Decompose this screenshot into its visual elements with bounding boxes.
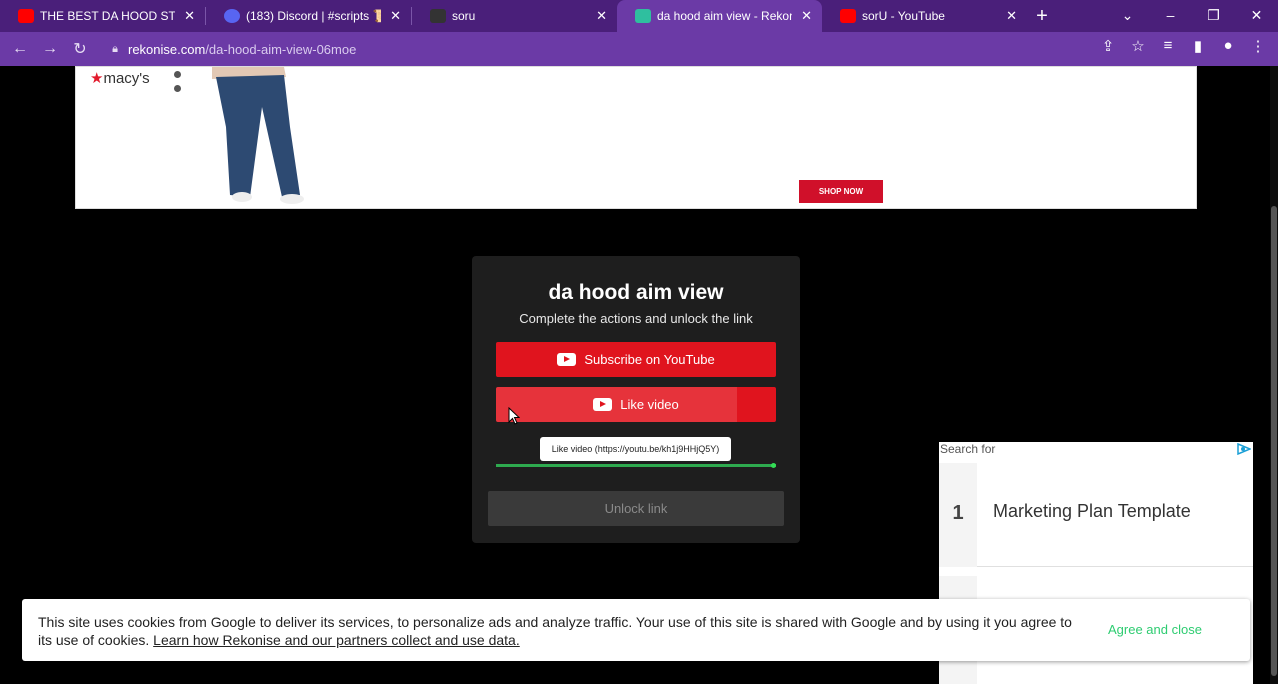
scrollbar-thumb[interactable] [1271, 206, 1277, 676]
unlock-card: da hood aim view Complete the actions an… [472, 256, 800, 543]
youtube-icon [18, 9, 34, 23]
adchoices-icon[interactable] [1237, 443, 1251, 455]
tab-title: da hood aim view - Rekonise [657, 9, 792, 23]
tab-3[interactable]: soru ✕ [412, 0, 617, 32]
tab-title: (183) Discord | #scripts 📜 | sc [246, 9, 381, 23]
youtube-icon [840, 9, 856, 23]
forward-icon[interactable]: → [35, 40, 65, 58]
chevron-down-icon[interactable]: ⌄ [1106, 0, 1149, 32]
youtube-icon [593, 398, 613, 411]
item-number: 1 [939, 463, 977, 567]
search-ad-item[interactable]: 1 Marketing Plan Template [939, 463, 1253, 567]
tab-5[interactable]: sorU - YouTube ✕ [822, 0, 1027, 32]
window-controls: ⌄ – ❐ ✕ [1106, 0, 1278, 32]
tab-bar: THE BEST DA HOOD STREAM ✕ (183) Discord … [0, 0, 1278, 32]
toolbar-icons: ⇪ ☆ ≡ ▮ ● ⋮ [1098, 37, 1268, 55]
tab-1[interactable]: THE BEST DA HOOD STREAM ✕ [0, 0, 205, 32]
minimize-icon[interactable]: – [1149, 0, 1192, 32]
back-icon[interactable]: ← [5, 40, 35, 58]
progress-fill [496, 464, 776, 467]
media-queue-icon[interactable]: ≡ [1158, 37, 1178, 55]
restore-icon[interactable]: ❐ [1192, 0, 1235, 32]
lock-icon[interactable]: 🔒︎ [102, 43, 128, 56]
rekonise-icon [635, 9, 651, 23]
menu-icon[interactable]: ⋮ [1248, 37, 1268, 55]
tab-title: sorU - YouTube [862, 9, 945, 23]
bookmark-star-icon[interactable]: ☆ [1128, 37, 1148, 55]
card-subtitle: Complete the actions and unlock the link [519, 311, 753, 326]
close-window-icon[interactable]: ✕ [1235, 0, 1278, 32]
scrollbar[interactable] [1270, 66, 1278, 684]
carousel-dots[interactable] [174, 71, 181, 99]
page-title: da hood aim view [548, 281, 724, 304]
new-tab-icon[interactable]: + [1027, 0, 1057, 32]
macys-logo: ★macy's [90, 70, 150, 87]
like-video-tooltip: Like video (https://youtu.be/kh1j9HHjQ5Y… [540, 437, 731, 461]
macys-banner-ad[interactable]: ★macy's SHOP NOW [75, 66, 1197, 209]
jeans-product-image [212, 67, 304, 204]
url-domain: rekonise.com [128, 41, 206, 57]
url-path: /da-hood-aim-view-06moe [205, 41, 357, 57]
page-content: ★macy's SHOP NOW da hood aim view Comple… [0, 66, 1278, 684]
youtube-icon [557, 353, 577, 366]
unlock-link-button[interactable]: Unlock link [488, 491, 784, 526]
tab-2[interactable]: (183) Discord | #scripts 📜 | sc ✕ [206, 0, 411, 32]
shop-now-button[interactable]: SHOP NOW [799, 180, 883, 203]
cookie-text: This site uses cookies from Google to de… [38, 614, 1072, 648]
subscribe-youtube-button[interactable]: Subscribe on YouTube [496, 342, 776, 377]
reload-icon[interactable]: ↻ [65, 39, 95, 59]
cookie-banner: This site uses cookies from Google to de… [22, 599, 1250, 661]
close-icon[interactable]: ✕ [596, 8, 607, 24]
search-for-label: Search for [940, 442, 996, 456]
like-video-button[interactable]: Like video [496, 387, 776, 422]
mouse-cursor-icon [508, 407, 520, 425]
side-panel-icon[interactable]: ▮ [1188, 37, 1208, 55]
browser-toolbar: ← → ↻ 🔒︎ rekonise.com/da-hood-aim-view-0… [0, 32, 1278, 66]
profile-avatar-icon[interactable]: ● [1218, 37, 1238, 55]
agree-close-button[interactable]: Agree and close [1108, 622, 1202, 637]
subscribe-label: Subscribe on YouTube [584, 352, 715, 367]
progress-bar [496, 463, 776, 468]
image-icon [430, 9, 446, 23]
progress-dot [771, 463, 776, 468]
share-icon[interactable]: ⇪ [1098, 37, 1118, 55]
address-bar[interactable]: 🔒︎ rekonise.com/da-hood-aim-view-06moe [102, 35, 1152, 63]
close-icon[interactable]: ✕ [184, 8, 195, 24]
like-label: Like video [620, 397, 679, 412]
cookie-policy-link[interactable]: Learn how Rekonise and our partners coll… [153, 632, 520, 648]
close-icon[interactable]: ✕ [390, 8, 401, 24]
discord-icon [224, 9, 240, 23]
tab-title: THE BEST DA HOOD STREAM [40, 9, 175, 23]
close-icon[interactable]: ✕ [801, 8, 812, 24]
close-icon[interactable]: ✕ [1006, 8, 1017, 24]
item-term: Marketing Plan Template [993, 501, 1191, 521]
tab-title: soru [452, 9, 476, 23]
tab-4-active[interactable]: da hood aim view - Rekonise ✕ [617, 0, 822, 32]
